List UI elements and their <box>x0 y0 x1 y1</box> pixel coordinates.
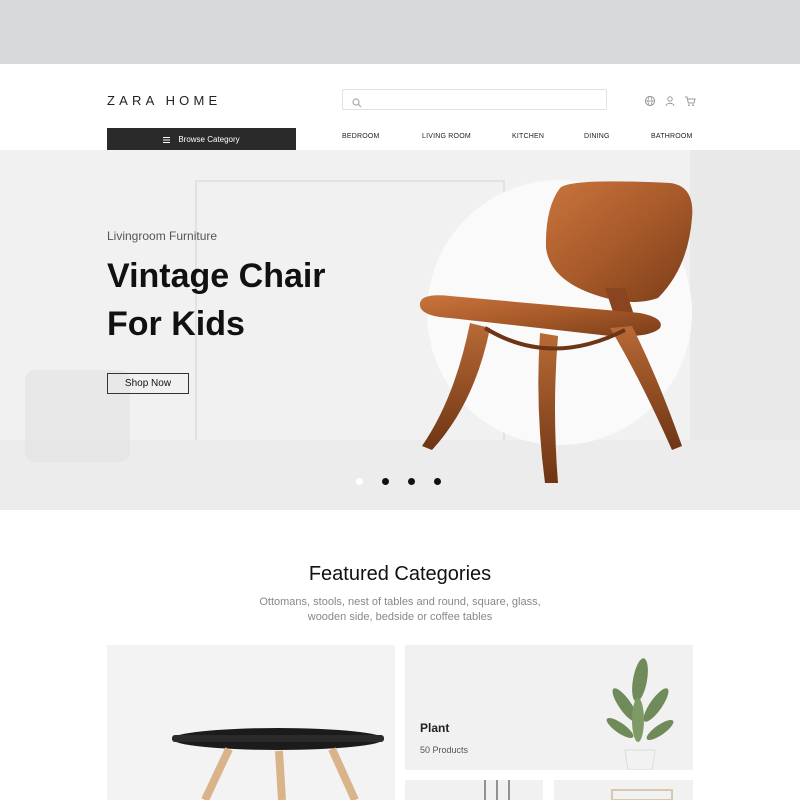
carousel-dots <box>356 478 441 485</box>
carousel-dot-4[interactable] <box>434 478 441 485</box>
featured-title: Featured Categories <box>308 563 492 585</box>
nav-item-bathroom[interactable]: BATHROOM <box>651 133 693 140</box>
plant-image <box>606 658 674 770</box>
category-card-decor[interactable] <box>554 780 693 801</box>
browse-category-label: Browse Category <box>178 134 240 144</box>
brand-logo[interactable]: ZARA HOME <box>107 93 221 108</box>
featured-subtitle-line2: wooden side, bedside or coffee tables <box>307 611 493 623</box>
top-band <box>0 0 800 64</box>
cart-icon[interactable] <box>684 94 696 107</box>
side-table-image <box>172 728 384 800</box>
nav-item-kitchen[interactable]: KITCHEN <box>512 133 544 140</box>
globe-icon[interactable] <box>644 94 656 107</box>
main-nav: BEDROOM LIVING ROOM KITCHEN DINING BATHR… <box>342 133 692 145</box>
header-icons <box>644 94 696 107</box>
nav-item-bedroom[interactable]: BEDROOM <box>342 133 380 140</box>
hero-kicker: Livingroom Furniture <box>107 229 218 243</box>
search-input[interactable] <box>342 89 607 110</box>
card-plant-count: 50 Products <box>420 745 469 755</box>
user-icon[interactable] <box>664 94 676 107</box>
carousel-dot-2[interactable] <box>382 478 389 485</box>
category-card-table[interactable] <box>107 645 395 800</box>
category-card-plant[interactable]: Plant 50 Products <box>405 645 693 770</box>
search-icon <box>352 95 362 113</box>
nav-item-dining[interactable]: DINING <box>584 133 610 140</box>
chair-image <box>410 178 700 488</box>
hero-title-line1: Vintage Chair <box>107 257 326 295</box>
hero-title-line2: For Kids <box>107 305 245 343</box>
nav-item-living-room[interactable]: LIVING ROOM <box>422 133 471 140</box>
shop-now-button[interactable]: Shop Now <box>107 373 189 394</box>
featured-subtitle-line1: Ottomans, stools, nest of tables and rou… <box>259 596 541 608</box>
card-plant-name: Plant <box>420 721 450 735</box>
featured-subtitle: Ottomans, stools, nest of tables and rou… <box>250 595 550 625</box>
category-card-lighting[interactable] <box>405 780 543 800</box>
pendant-lamp-image <box>484 780 510 800</box>
carousel-dot-3[interactable] <box>408 478 415 485</box>
frame-image <box>611 789 673 801</box>
hero-sofa <box>690 150 800 440</box>
menu-icon <box>163 136 171 143</box>
browse-category-button[interactable]: Browse Category <box>107 128 296 150</box>
hero-title: Vintage Chair For Kids <box>107 252 326 348</box>
carousel-dot-1[interactable] <box>356 478 363 485</box>
